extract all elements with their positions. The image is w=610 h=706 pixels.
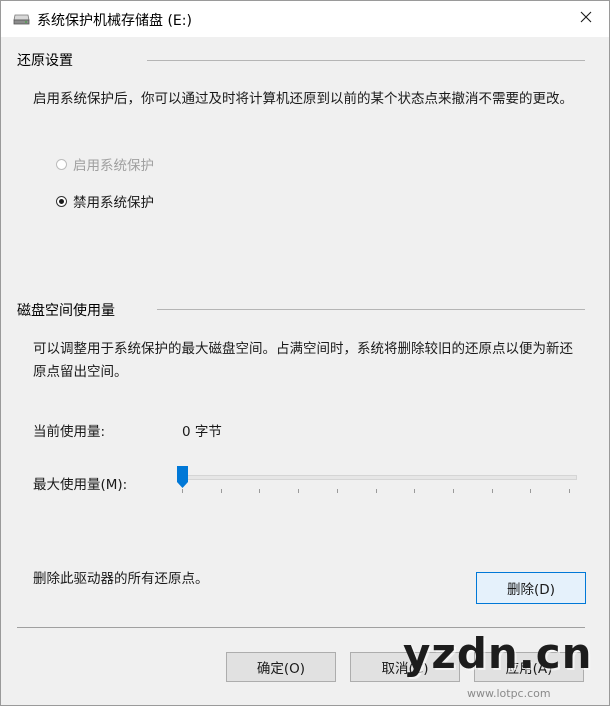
drive-icon <box>13 13 30 25</box>
slider-thumb[interactable] <box>177 466 188 488</box>
cancel-button[interactable]: 取消(C) <box>350 652 460 682</box>
slider-tick <box>375 489 377 493</box>
current-usage-label: 当前使用量: <box>33 424 106 440</box>
max-usage-slider[interactable] <box>177 465 577 495</box>
footer-divider <box>17 627 585 628</box>
disk-usage-header: 磁盘空间使用量 <box>17 303 115 319</box>
apply-button[interactable]: 应用(A) <box>474 652 584 682</box>
slider-tick <box>414 489 416 493</box>
radio-disable-circle[interactable] <box>56 195 67 207</box>
close-button[interactable] <box>563 1 609 37</box>
slider-tick <box>530 489 532 493</box>
current-usage-value: 0 字节 <box>182 424 222 440</box>
slider-tick <box>452 489 454 493</box>
disk-description: 可以调整用于系统保护的最大磁盘空间。占满空间时，系统将删除较旧的还原点以便为新还… <box>33 341 573 380</box>
slider-tick <box>182 489 183 493</box>
disk-usage-divider <box>157 309 585 310</box>
radio-disable-protection[interactable]: 禁用系统保护 <box>56 191 154 211</box>
restore-settings-header: 还原设置 <box>17 53 73 69</box>
slider-tick <box>220 489 222 493</box>
delete-restore-points-text: 删除此驱动器的所有还原点。 <box>33 571 209 587</box>
watermark-site: www.lotpc.com <box>467 687 551 700</box>
radio-enable-label: 启用系统保护 <box>73 158 154 174</box>
max-usage-label: 最大使用量(M): <box>33 477 128 493</box>
window-title: 系统保护机械存储盘 (E:) <box>37 13 192 29</box>
slider-tick <box>336 489 338 493</box>
close-icon <box>580 11 592 27</box>
slider-tick <box>569 489 570 493</box>
dialog-window: 系统保护机械存储盘 (E:) 还原设置 启用系统保护后，你可以通过及时将计算机还… <box>0 0 610 706</box>
radio-disable-label: 禁用系统保护 <box>73 195 154 211</box>
restore-settings-divider <box>147 60 585 61</box>
radio-enable-circle[interactable] <box>56 158 67 170</box>
slider-tick <box>259 489 261 493</box>
delete-button[interactable]: 删除(D) <box>476 572 586 604</box>
ok-button[interactable]: 确定(O) <box>226 652 336 682</box>
slider-tick <box>298 489 300 493</box>
restore-description: 启用系统保护后，你可以通过及时将计算机还原到以前的某个状态点来撤消不需要的更改。 <box>33 91 573 107</box>
slider-tick <box>491 489 493 493</box>
radio-enable-protection[interactable]: 启用系统保护 <box>56 154 154 174</box>
title-bar: 系统保护机械存储盘 (E:) <box>1 1 609 37</box>
slider-track[interactable] <box>177 475 577 480</box>
